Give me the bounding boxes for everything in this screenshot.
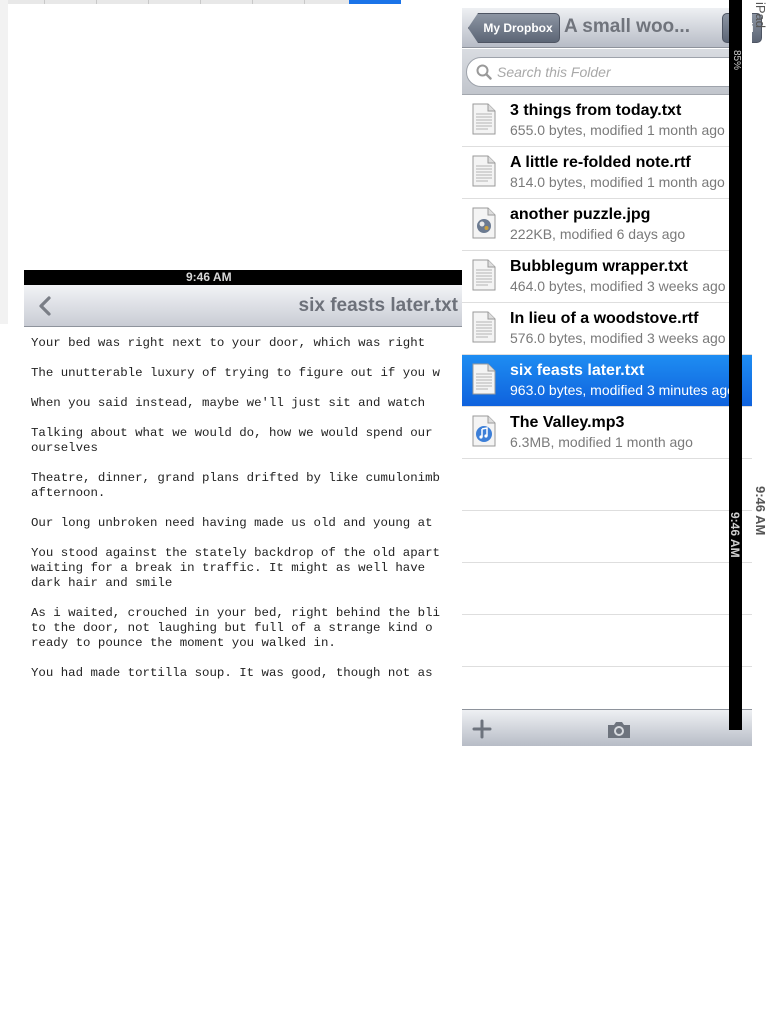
status-time-rotated-outer: 9:46 AM — [753, 486, 768, 536]
text-line: to the door, not laughing but full of a … — [31, 621, 433, 635]
file-name: another puzzle.jpg — [510, 206, 651, 223]
file-meta: 814.0 bytes, modified 1 month ago — [510, 174, 725, 190]
file-meta: 6.3MB, modified 1 month ago — [510, 434, 693, 450]
text-line: Theatre, dinner, grand plans drifted by … — [31, 471, 440, 485]
text-line: When you said instead, maybe we'll just … — [31, 396, 426, 410]
empty-row — [462, 615, 752, 667]
text-line: The unutterable luxury of trying to figu… — [31, 366, 440, 380]
text-line: Our long unbroken need having made us ol… — [31, 516, 433, 530]
file-row[interactable]: Bubblegum wrapper.txt 464.0 bytes, modifi… — [462, 251, 752, 303]
search-bar — [462, 49, 752, 95]
file-meta: 963.0 bytes, modified 3 minutes ago — [510, 382, 735, 398]
selected-tab-indicator — [349, 0, 401, 4]
file-name: six feasts later.txt — [510, 362, 645, 379]
file-name: 3 things from today.txt — [510, 102, 682, 119]
file-meta: 655.0 bytes, modified 1 month ago — [510, 122, 725, 138]
empty-row — [462, 563, 752, 615]
camera-icon[interactable] — [606, 720, 632, 740]
status-bar: 9:46 AM — [24, 270, 462, 285]
text-line: ourselves — [31, 441, 98, 455]
file-row[interactable]: The Valley.mp3 6.3MB, modified 1 month ag… — [462, 407, 752, 459]
document-title: six feasts later.txt — [298, 295, 458, 316]
file-meta: 576.0 bytes, modified 3 weeks ago — [510, 330, 726, 346]
add-icon[interactable] — [472, 719, 492, 739]
text-line: Talking about what we would do, how we w… — [31, 426, 433, 440]
text-document-icon — [472, 103, 496, 135]
file-row[interactable]: 3 things from today.txt 655.0 bytes, modi… — [462, 95, 752, 147]
text-line: ready to pounce the moment you walked in… — [31, 636, 336, 650]
file-row[interactable]: In lieu of a woodstove.rtf 576.0 bytes, m… — [462, 303, 752, 355]
text-line: You stood against the stately backdrop o… — [31, 546, 440, 560]
file-name: The Valley.mp3 — [510, 414, 625, 431]
empty-row — [462, 459, 752, 511]
rotated-status-edge — [742, 0, 752, 324]
search-field[interactable] — [466, 57, 750, 87]
dropbox-navbar: My Dropbox A small woo... Edi — [462, 8, 762, 48]
battery-percent: 85% — [731, 50, 742, 71]
text-document-icon — [472, 155, 496, 187]
document-navbar: six feasts later.txt — [24, 285, 462, 327]
top-strip — [8, 0, 401, 4]
empty-row — [462, 511, 752, 563]
audio-file-icon — [472, 415, 496, 447]
search-input[interactable] — [497, 62, 727, 82]
file-name: A little re-folded note.rtf — [510, 154, 691, 171]
file-meta: 222KB, modified 6 days ago — [510, 226, 686, 242]
bottom-toolbar — [462, 709, 752, 746]
text-line: Your bed was right next to your door, wh… — [31, 336, 426, 350]
status-time: 9:46 AM — [186, 270, 232, 284]
text-line: dark hair and smile — [31, 576, 173, 590]
text-line: waiting for a break in traffic. It might… — [31, 561, 426, 575]
device-name: iPad — [753, 2, 768, 29]
image-file-icon — [472, 207, 496, 239]
text-document-icon — [472, 363, 496, 395]
text-line: afternoon. — [31, 486, 106, 500]
text-line: As i waited, crouched in your bed, right… — [31, 606, 440, 620]
file-row[interactable]: another puzzle.jpg 222KB, modified 6 days… — [462, 199, 752, 251]
document-text: Your bed was right next to your door, wh… — [24, 327, 462, 687]
text-document-icon — [472, 311, 496, 343]
background-edge — [0, 0, 8, 324]
status-time-rotated: 9:46 AM — [728, 512, 742, 558]
file-name: In lieu of a woodstove.rtf — [510, 310, 699, 327]
text-document-icon — [472, 259, 496, 291]
rotated-status-bar — [729, 0, 742, 730]
text-line: You had made tortilla soup. It was good,… — [31, 666, 433, 680]
file-row[interactable]: A little re-folded note.rtf 814.0 bytes, … — [462, 147, 752, 199]
search-icon — [476, 64, 492, 80]
my-dropbox-back-button[interactable]: My Dropbox — [468, 13, 560, 43]
file-row[interactable]: six feasts later.txt 963.0 bytes, modifie… — [462, 355, 752, 407]
dropbox-panel: My Dropbox A small woo... Edi 3 things f… — [462, 0, 762, 746]
file-meta: 464.0 bytes, modified 3 weeks ago — [510, 278, 726, 294]
file-name: Bubblegum wrapper.txt — [510, 258, 688, 275]
file-list: 3 things from today.txt 655.0 bytes, modi… — [462, 95, 752, 709]
folder-title: A small woo... — [564, 16, 690, 37]
back-chevron-icon[interactable] — [34, 294, 58, 318]
